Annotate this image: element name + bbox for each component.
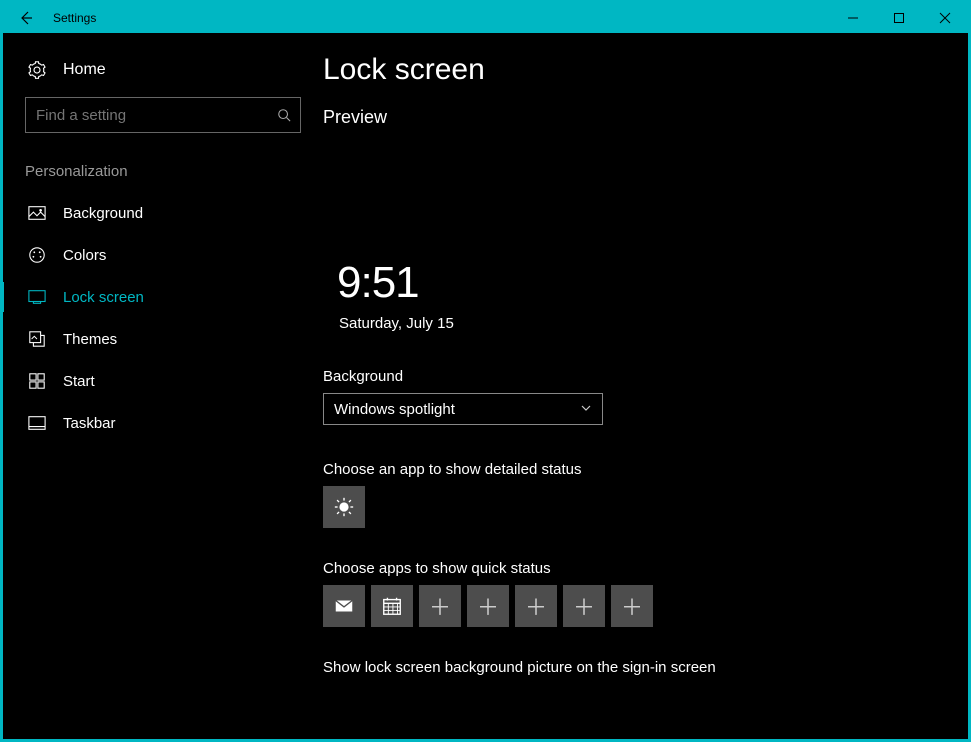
close-icon: [939, 12, 951, 24]
sidebar-item-themes[interactable]: Themes: [3, 318, 323, 360]
start-icon: [25, 372, 49, 390]
themes-icon: [25, 330, 49, 348]
back-button[interactable]: [3, 3, 49, 33]
quick-status-tile-add[interactable]: ＋: [515, 585, 557, 627]
sidebar-item-label: Themes: [63, 331, 117, 348]
sidebar-item-label: Background: [63, 205, 143, 222]
background-dropdown[interactable]: Windows spotlight: [323, 393, 603, 425]
title-bar: Settings: [3, 3, 968, 33]
sidebar-item-label: Start: [63, 373, 95, 390]
sign-in-picture-label: Show lock screen background picture on t…: [323, 659, 938, 676]
sidebar-item-label: Lock screen: [63, 289, 144, 306]
settings-window: Settings Home: [0, 0, 971, 742]
plus-icon: ＋: [573, 590, 595, 622]
quick-status-tile-calendar[interactable]: [371, 585, 413, 627]
chevron-down-icon: [580, 402, 592, 417]
quick-status-label: Choose apps to show quick status: [323, 560, 938, 577]
minimize-icon: [847, 12, 859, 24]
sidebar-item-lock-screen[interactable]: Lock screen: [3, 276, 323, 318]
home-label: Home: [63, 61, 106, 79]
sidebar-group-title: Personalization: [3, 163, 323, 192]
minimize-button[interactable]: [830, 3, 876, 33]
quick-status-row: ＋ ＋ ＋ ＋ ＋: [323, 585, 938, 627]
detailed-status-label: Choose an app to show detailed status: [323, 461, 938, 478]
sidebar-item-background[interactable]: Background: [3, 192, 323, 234]
sidebar-item-label: Colors: [63, 247, 106, 264]
close-button[interactable]: [922, 3, 968, 33]
quick-status-tile-add[interactable]: ＋: [611, 585, 653, 627]
sidebar: Home Personalization Background Colo: [3, 33, 323, 739]
plus-icon: ＋: [477, 590, 499, 622]
background-label: Background: [323, 368, 938, 385]
home-button[interactable]: Home: [3, 53, 323, 97]
plus-icon: ＋: [621, 590, 643, 622]
mail-icon: [333, 595, 355, 617]
quick-status-tile-mail[interactable]: [323, 585, 365, 627]
lock-screen-preview: 9:51 Saturday, July 15: [323, 142, 843, 342]
dropdown-value: Windows spotlight: [334, 401, 580, 418]
page-title: Lock screen: [323, 53, 938, 87]
preview-label: Preview: [323, 107, 938, 128]
taskbar-icon: [25, 414, 49, 432]
weather-icon: [333, 496, 355, 518]
search-icon: [268, 108, 300, 122]
search-input[interactable]: [26, 107, 268, 124]
maximize-button[interactable]: [876, 3, 922, 33]
detailed-status-app-tile[interactable]: [323, 486, 365, 528]
picture-icon: [25, 204, 49, 222]
preview-date: Saturday, July 15: [339, 315, 454, 332]
lock-screen-icon: [25, 288, 49, 306]
main-content: Lock screen Preview 9:51 Saturday, July …: [323, 33, 968, 739]
gear-icon: [25, 61, 49, 79]
quick-status-tile-add[interactable]: ＋: [563, 585, 605, 627]
sidebar-item-colors[interactable]: Colors: [3, 234, 323, 276]
search-box[interactable]: [25, 97, 301, 133]
back-arrow-icon: [18, 10, 34, 26]
plus-icon: ＋: [525, 590, 547, 622]
sidebar-item-taskbar[interactable]: Taskbar: [3, 402, 323, 444]
maximize-icon: [893, 12, 905, 24]
palette-icon: [25, 246, 49, 264]
window-title: Settings: [49, 11, 96, 25]
sidebar-item-label: Taskbar: [63, 415, 116, 432]
preview-time: 9:51: [337, 258, 419, 308]
quick-status-tile-add[interactable]: ＋: [467, 585, 509, 627]
calendar-icon: [381, 595, 403, 617]
detailed-status-row: [323, 486, 938, 528]
sidebar-item-start[interactable]: Start: [3, 360, 323, 402]
quick-status-tile-add[interactable]: ＋: [419, 585, 461, 627]
plus-icon: ＋: [429, 590, 451, 622]
